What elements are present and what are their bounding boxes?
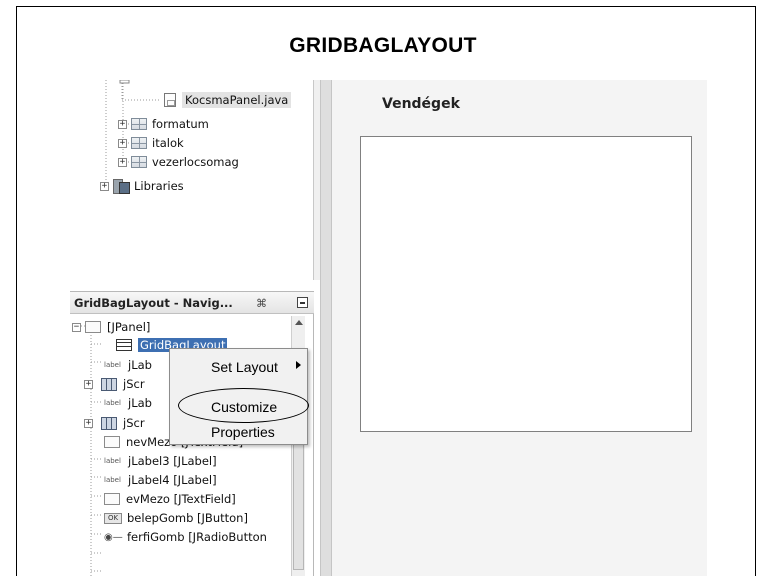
menu-item-properties[interactable]: Properties bbox=[211, 424, 275, 440]
vendegek-list[interactable] bbox=[360, 136, 692, 432]
expand-icon[interactable]: + bbox=[100, 181, 109, 191]
tree-item-formatum[interactable]: + formatum bbox=[118, 115, 209, 133]
label-icon: label bbox=[104, 457, 121, 465]
nav-item-ferfigomb[interactable]: ◉— ferfiGomb [JRadioButton bbox=[104, 528, 267, 546]
tree-item-label: italok bbox=[152, 136, 184, 150]
minimize-icon[interactable] bbox=[297, 297, 308, 308]
menu-item-set-layout[interactable]: Set Layout bbox=[211, 359, 278, 375]
nav-item-jscroll1[interactable]: + jScr bbox=[84, 375, 145, 393]
close-icon[interactable]: ⌘ bbox=[256, 297, 267, 310]
java-file-icon bbox=[164, 93, 176, 107]
tree-item-label: Libraries bbox=[134, 179, 184, 193]
scroll-up-icon[interactable] bbox=[295, 320, 303, 325]
nav-item-jlabel3[interactable]: label jLabel3 [JLabel] bbox=[104, 452, 217, 470]
expand-icon[interactable]: + bbox=[118, 157, 127, 167]
nav-item-label: jLabel3 [JLabel] bbox=[128, 454, 217, 468]
scrollpane-icon bbox=[101, 377, 117, 391]
submenu-arrow-icon bbox=[296, 361, 301, 369]
nav-item-label: jScr bbox=[123, 377, 145, 391]
tree-item-italok[interactable]: + italok bbox=[118, 134, 184, 152]
panel-icon bbox=[85, 321, 101, 333]
project-tree: KocsmaPanel.java + formatum + italok + v… bbox=[62, 80, 312, 280]
nav-item-label: ferfiGomb [JRadioButton bbox=[127, 530, 267, 544]
nav-item-jlabel2[interactable]: label jLab bbox=[104, 394, 152, 412]
package-icon bbox=[131, 137, 147, 149]
package-icon bbox=[131, 118, 147, 130]
navigator-title: GridBagLayout - Navig... bbox=[74, 295, 233, 310]
gridbag-icon bbox=[116, 339, 132, 351]
package-icon bbox=[131, 156, 147, 168]
radio-icon: ◉— bbox=[104, 531, 123, 543]
nav-item-label: jLabel4 [JLabel] bbox=[128, 473, 217, 487]
tree-item-label: formatum bbox=[152, 117, 209, 131]
nav-item-label: jScr bbox=[123, 416, 145, 430]
expand-icon[interactable]: + bbox=[84, 418, 93, 428]
nav-item-jlabel4[interactable]: label jLabel4 [JLabel] bbox=[104, 471, 217, 489]
panel-divider[interactable] bbox=[320, 80, 332, 576]
nav-item-evmezo[interactable]: evMezo [JTextField] bbox=[104, 490, 236, 508]
button-icon: OK bbox=[104, 512, 122, 524]
nav-item-label: jLab bbox=[128, 396, 152, 410]
vendegek-label[interactable]: Vendégek bbox=[382, 96, 460, 112]
label-icon: label bbox=[104, 476, 121, 484]
highlight-oval bbox=[178, 388, 309, 423]
tree-item-kocsmapanel[interactable]: KocsmaPanel.java bbox=[160, 91, 292, 109]
libraries-icon bbox=[113, 179, 130, 194]
tree-item-label: KocsmaPanel.java bbox=[182, 92, 292, 108]
nav-item-jscroll2[interactable]: + jScr bbox=[84, 414, 145, 432]
nav-item-label: [JPanel] bbox=[107, 320, 151, 334]
tree-item-vezerlocsomag[interactable]: + vezerlocsomag bbox=[118, 153, 239, 171]
expand-icon[interactable]: + bbox=[84, 379, 93, 389]
slide-title: GRIDBAGLAYOUT bbox=[289, 34, 477, 57]
label-icon: label bbox=[104, 361, 121, 369]
navigator-header: GridBagLayout - Navig... ⌘ bbox=[70, 292, 314, 314]
nav-item-label: evMezo [JTextField] bbox=[126, 492, 236, 506]
tree-item-libraries[interactable]: + Libraries bbox=[100, 177, 184, 195]
label-icon: label bbox=[104, 399, 121, 407]
expand-icon[interactable]: + bbox=[118, 138, 127, 148]
expand-icon[interactable]: + bbox=[118, 119, 127, 129]
nav-item-jpanel[interactable]: − [JPanel] bbox=[72, 318, 150, 336]
nav-item-belepgomb[interactable]: OK belepGomb [JButton] bbox=[104, 509, 248, 527]
nav-item-label: jLab bbox=[128, 358, 152, 372]
scrollpane-icon bbox=[101, 416, 117, 430]
collapse-icon[interactable]: − bbox=[72, 322, 81, 332]
tree-item-label: vezerlocsomag bbox=[152, 155, 239, 169]
textfield-icon bbox=[104, 436, 120, 448]
textfield-icon bbox=[104, 493, 120, 505]
nav-item-jlabel1[interactable]: label jLab bbox=[104, 356, 152, 374]
nav-item-label: belepGomb [JButton] bbox=[127, 511, 248, 525]
